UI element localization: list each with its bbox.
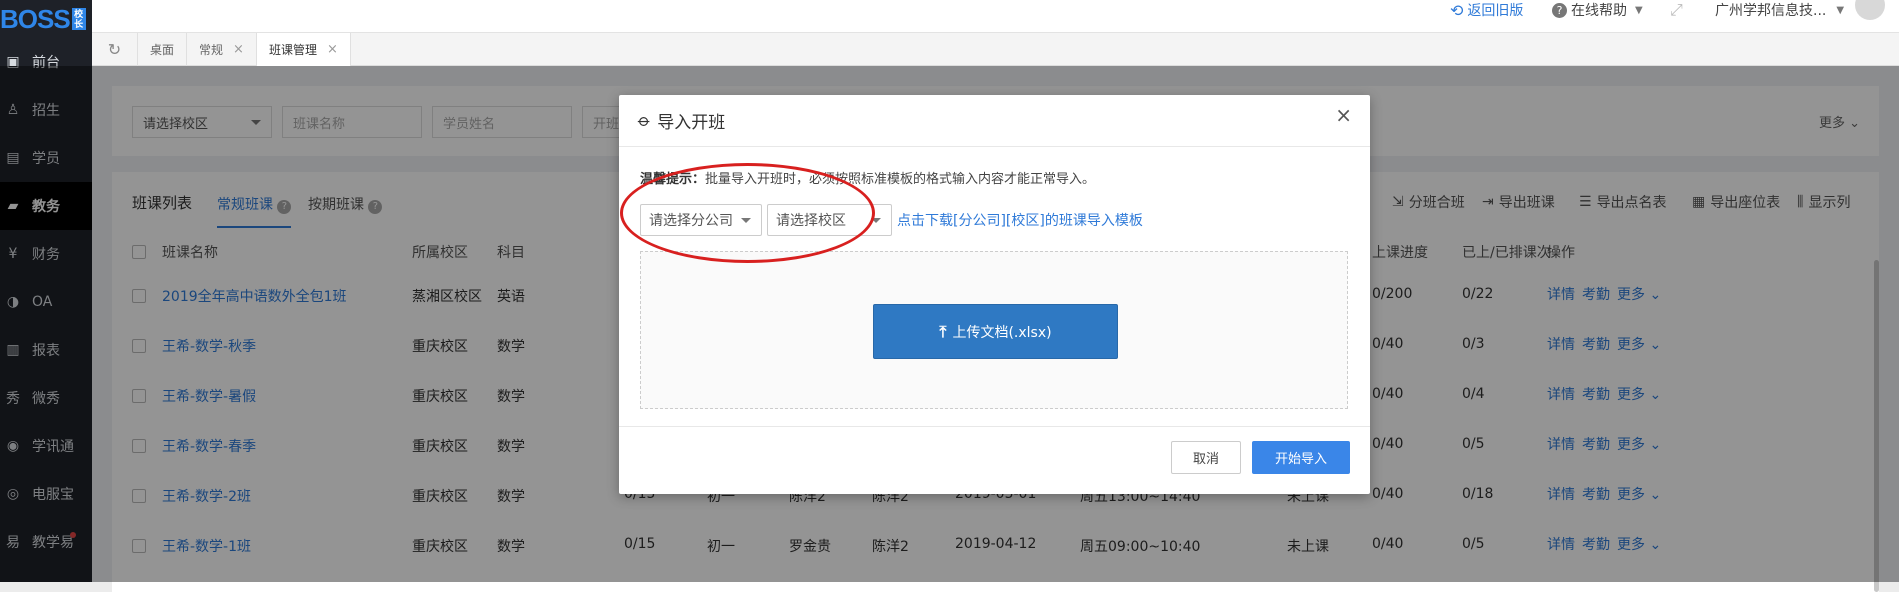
import-tip: 温馨提示：批量导入开班时，必须按照标准模板的格式输入内容才能正常导入。 — [640, 172, 1096, 187]
caret-down-icon — [741, 218, 751, 223]
caret-down-icon: ▼ — [1836, 4, 1845, 16]
close-icon[interactable]: × — [327, 42, 338, 57]
branch-select[interactable]: 请选择分公司 — [640, 204, 762, 236]
campus-select[interactable]: 请选择校区 — [767, 204, 892, 236]
help-icon: ? — [1552, 2, 1567, 18]
company-menu[interactable]: 广州学邦信息技... ▼ — [1715, 0, 1844, 20]
upload-dropzone[interactable]: ⤒ 上传文档(.xlsx) — [640, 251, 1348, 409]
refresh-button[interactable]: ↻ — [92, 32, 138, 66]
back-old-version-link[interactable]: ⟲ 返回旧版 — [1450, 0, 1523, 20]
fullscreen-button[interactable]: ⤢ — [1670, 0, 1683, 20]
avatar[interactable] — [1855, 0, 1885, 20]
logo-badge: 校长 — [71, 8, 86, 30]
tab-bar: ↻ 桌面 常规 × 班课管理 × — [92, 32, 1899, 66]
dialog-footer: 取消 开始导入 — [619, 426, 1370, 494]
paperclip-icon: ⌀ — [633, 109, 655, 132]
logo[interactable]: BOSS 校长 — [0, 0, 92, 38]
online-help-menu[interactable]: ? 在线帮助 ▼ — [1552, 0, 1643, 20]
undo-icon: ⟲ — [1450, 0, 1464, 20]
upload-icon: ⤒ — [939, 321, 947, 341]
import-class-dialog: ⌀ 导入开班 × 温馨提示：批量导入开班时，必须按照标准模板的格式输入内容才能正… — [619, 95, 1370, 494]
logo-text: BOSS — [0, 3, 71, 34]
tab-desktop[interactable]: 桌面 — [138, 32, 188, 66]
cancel-button[interactable]: 取消 — [1171, 441, 1241, 474]
caret-down-icon: ▼ — [1635, 4, 1643, 16]
upload-document-button[interactable]: ⤒ 上传文档(.xlsx) — [873, 304, 1118, 359]
dialog-header: ⌀ 导入开班 — [619, 95, 1370, 147]
refresh-icon: ↻ — [107, 39, 122, 59]
close-icon[interactable]: × — [233, 42, 244, 57]
tab-regular[interactable]: 常规 × — [187, 32, 257, 66]
start-import-button[interactable]: 开始导入 — [1252, 441, 1350, 474]
expand-icon: ⤢ — [1670, 0, 1683, 19]
top-bar: ⟲ 返回旧版 ? 在线帮助 ▼ ⤢ 广州学邦信息技... ▼ — [92, 0, 1899, 33]
tab-class-management[interactable]: 班课管理 × — [256, 32, 351, 66]
download-template-link[interactable]: 点击下载[分公司][校区]的班课导入模板 — [897, 210, 1143, 230]
caret-down-icon — [871, 218, 881, 223]
close-icon[interactable]: × — [1335, 103, 1352, 127]
dialog-title: 导入开班 — [657, 113, 726, 133]
